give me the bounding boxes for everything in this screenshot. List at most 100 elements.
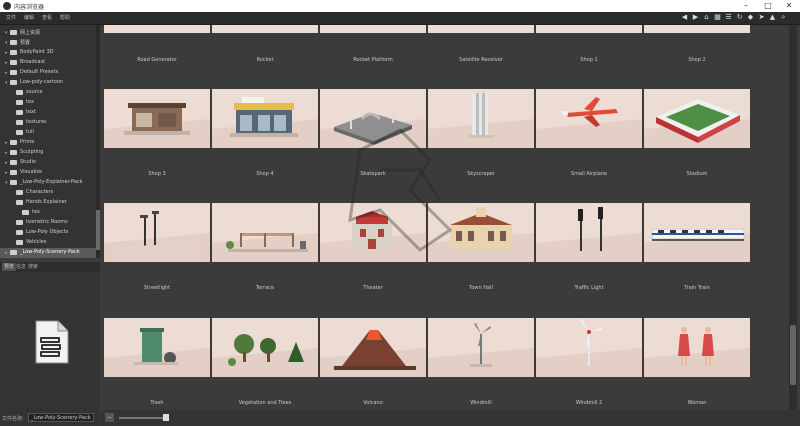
asset-caption[interactable]: Windmill 2 (536, 400, 642, 406)
asset-caption[interactable]: Windmill (428, 400, 534, 406)
collapse-icon[interactable]: ▾ (5, 30, 9, 36)
tree-item[interactable]: ▸ Default Presets (0, 68, 96, 78)
expand-icon[interactable]: ▸ (5, 170, 9, 176)
tree-item[interactable]: ▸ Sculpting (0, 148, 96, 158)
collapse-icon[interactable]: ▾ (5, 80, 9, 86)
asset-thumbnail[interactable] (644, 318, 750, 377)
maximize-button[interactable]: □ (758, 0, 778, 12)
tree-item[interactable]: Characters (0, 188, 96, 198)
asset-caption[interactable]: Theater (320, 285, 426, 291)
asset-caption[interactable]: Vegetation and Trees (212, 400, 318, 406)
tree-item[interactable]: ▸ Studio (0, 158, 96, 168)
asset-thumbnail[interactable] (104, 318, 210, 377)
filter-icon[interactable]: ◆ (746, 13, 755, 22)
tree-item[interactable]: source (0, 88, 96, 98)
asset-thumbnail[interactable] (536, 318, 642, 377)
asset-thumbnail[interactable] (212, 89, 318, 148)
asset-caption[interactable]: Volcano (320, 400, 426, 406)
asset-thumbnail[interactable] (536, 25, 642, 33)
tree-item[interactable]: textures (0, 118, 96, 128)
tree-item[interactable]: ▸ _Low-Poly-Scenery-Pack (0, 248, 96, 258)
tree-item[interactable]: Isometric Rooms (0, 218, 96, 228)
tree-item[interactable]: ▾ Low-poly-cartoon (0, 78, 96, 88)
tree-item[interactable]: tex (0, 98, 96, 108)
home-icon[interactable]: ⌂ (702, 13, 711, 22)
collapse-icon[interactable]: ▾ (5, 40, 9, 46)
asset-thumbnail[interactable] (536, 89, 642, 148)
tree-item[interactable]: ▸ Broadcast (0, 58, 96, 68)
asset-caption[interactable]: Woman (644, 400, 750, 406)
nav-forward-icon[interactable]: ▶ (691, 13, 700, 22)
expand-icon[interactable]: ▸ (5, 60, 9, 66)
tree-item[interactable]: tull (0, 128, 96, 138)
refresh-icon[interactable]: ↻ (735, 13, 744, 22)
asset-caption[interactable]: Shop 3 (104, 171, 210, 177)
menu-file[interactable]: 文件 (6, 14, 16, 21)
asset-caption[interactable]: Satellite Receiver (428, 57, 534, 63)
grid-scrollbar[interactable] (789, 25, 797, 410)
asset-caption[interactable]: Traffic Light (536, 285, 642, 291)
asset-thumbnail[interactable] (428, 25, 534, 33)
tree-item[interactable]: ▾ 网上资源 (0, 28, 96, 38)
expand-icon[interactable]: ▸ (5, 160, 9, 166)
asset-thumbnail[interactable] (104, 25, 210, 33)
asset-thumbnail[interactable] (644, 25, 750, 33)
collapse-icon[interactable]: ▾ (5, 180, 9, 186)
filename-field[interactable]: _Low-Poly-Scenery-Pack (28, 413, 94, 422)
asset-thumbnail[interactable] (644, 89, 750, 148)
asset-thumbnail[interactable] (212, 318, 318, 377)
nav-back-icon[interactable]: ◀ (680, 13, 689, 22)
expand-icon[interactable]: ▸ (5, 70, 9, 76)
menu-help[interactable]: 帮助 (60, 14, 70, 21)
minimize-button[interactable]: – (736, 0, 756, 12)
up-icon[interactable]: ▲ (768, 13, 777, 22)
grid-view-icon[interactable]: ▦ (713, 13, 722, 22)
asset-thumbnail[interactable] (320, 25, 426, 33)
asset-caption[interactable]: Small Airplane (536, 171, 642, 177)
tree-scrollbar[interactable] (96, 25, 100, 258)
asset-caption[interactable]: Stadium (644, 171, 750, 177)
search-icon[interactable]: ⌕ (779, 13, 788, 22)
asset-caption[interactable]: Terrace (212, 285, 318, 291)
asset-thumbnail[interactable] (320, 89, 426, 148)
tab-search[interactable]: 搜索 (26, 263, 40, 271)
expand-icon[interactable]: ▸ (5, 250, 9, 256)
asset-caption[interactable]: Streetlight (104, 285, 210, 291)
asset-caption[interactable]: Skyscraper (428, 171, 534, 177)
tree-item[interactable]: ▸ BodyPaint 3D (0, 48, 96, 58)
expand-icon[interactable]: ▸ (5, 150, 9, 156)
menu-view[interactable]: 查看 (42, 14, 52, 21)
tree-item[interactable]: Hands Explainer (0, 198, 96, 208)
zoom-slider-knob[interactable] (163, 414, 169, 421)
tree-item[interactable]: Low-Poly Objects (0, 228, 96, 238)
asset-thumbnail[interactable] (104, 89, 210, 148)
asset-caption[interactable]: Train Train (644, 285, 750, 291)
asset-caption[interactable]: Town Hall (428, 285, 534, 291)
close-button[interactable]: ✕ (779, 0, 799, 12)
tree-scroll-thumb[interactable] (96, 210, 100, 250)
tree-item[interactable]: ▾ _Low-Poly-Explainer-Pack (0, 178, 96, 188)
grid-scroll-thumb[interactable] (790, 325, 796, 385)
zoom-slider[interactable] (119, 417, 169, 419)
asset-thumbnail[interactable] (428, 318, 534, 377)
asset-thumbnail[interactable] (212, 25, 318, 33)
send-icon[interactable]: ➤ (757, 13, 766, 22)
asset-caption[interactable]: Shop 2 (644, 57, 750, 63)
asset-thumbnail[interactable] (536, 203, 642, 262)
asset-caption[interactable]: Road Generator (104, 57, 210, 63)
asset-caption[interactable]: Shop 4 (212, 171, 318, 177)
asset-caption[interactable]: Skatepark (320, 171, 426, 177)
asset-caption[interactable]: Shop 1 (536, 57, 642, 63)
tree-item[interactable]: ▸ Visualize (0, 168, 96, 178)
asset-thumbnail[interactable] (428, 89, 534, 148)
asset-thumbnail[interactable] (104, 203, 210, 262)
menu-edit[interactable]: 编辑 (24, 14, 34, 21)
list-view-icon[interactable]: ☰ (724, 13, 733, 22)
tree-item[interactable]: ▸ Prime (0, 138, 96, 148)
expand-icon[interactable]: ▸ (5, 140, 9, 146)
asset-thumbnail[interactable] (320, 318, 426, 377)
asset-thumbnail[interactable] (428, 203, 534, 262)
asset-thumbnail[interactable] (644, 203, 750, 262)
asset-thumbnail[interactable] (212, 203, 318, 262)
tree-item[interactable]: text (0, 108, 96, 118)
